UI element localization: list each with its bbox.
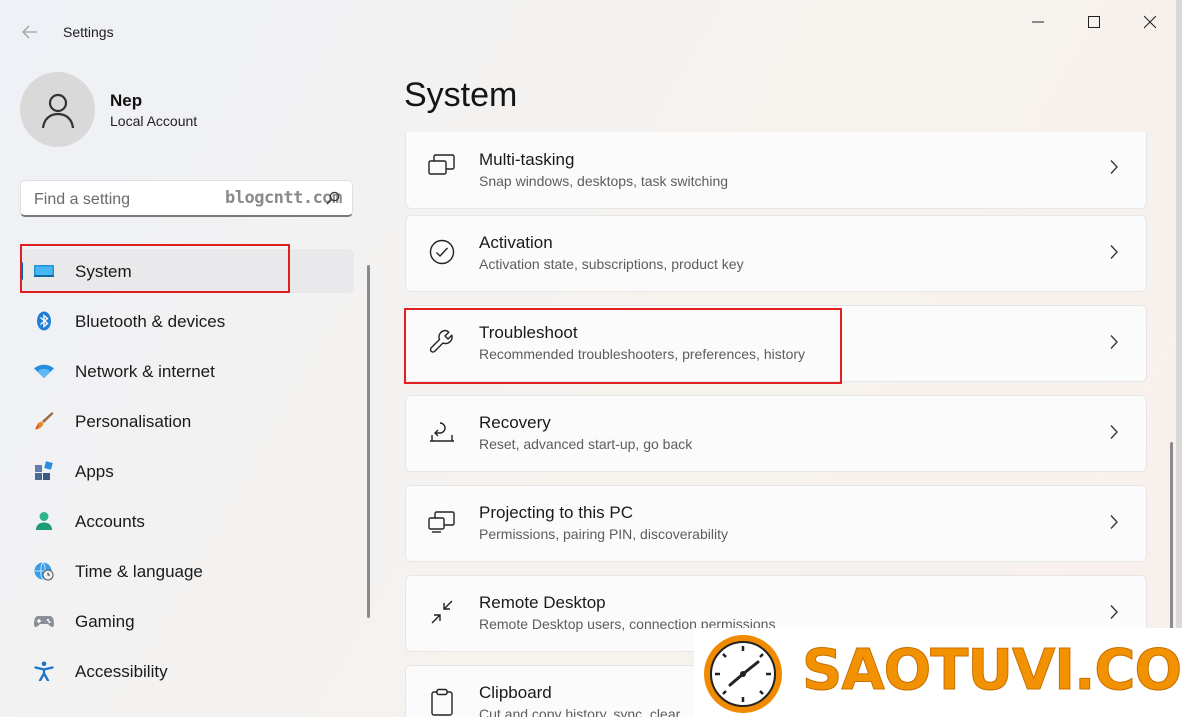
nav-item-accessibility[interactable]: Accessibility — [20, 649, 354, 693]
saotuvi-watermark: SAOTUVI.COM — [694, 628, 1182, 717]
maximize-button[interactable] — [1074, 10, 1114, 34]
avatar[interactable] — [20, 72, 95, 147]
card-recovery[interactable]: Recovery Reset, advanced start-up, go ba… — [405, 395, 1147, 472]
card-subtitle: Permissions, pairing PIN, discoverabilit… — [479, 526, 728, 542]
card-title: Remote Desktop — [479, 593, 606, 612]
page-title: System — [404, 76, 518, 114]
nav-item-accounts[interactable]: Accounts — [20, 499, 354, 543]
minimize-button[interactable] — [1018, 10, 1058, 34]
user-name: Nep — [110, 91, 143, 110]
nav-item-personalisation[interactable]: Personalisation — [20, 399, 354, 443]
search-box[interactable]: Find a setting blogcntt.com — [20, 180, 353, 217]
card-subtitle: Snap windows, desktops, task switching — [479, 173, 729, 189]
nav-item-time-language[interactable]: Time & language — [20, 549, 354, 593]
bluetooth-icon — [37, 311, 51, 331]
window-edge — [1176, 0, 1182, 717]
recovery-icon — [430, 422, 454, 442]
card-subtitle: Activation state, subscriptions, product… — [479, 256, 744, 272]
card-multitasking[interactable]: Multi-tasking Snap windows, desktops, ta… — [405, 132, 1147, 209]
account-type: Local Account — [110, 113, 198, 129]
nav-item-network[interactable]: Network & internet — [20, 349, 354, 393]
clipboard-icon — [431, 688, 453, 716]
nav-label-accessibility: Accessibility — [75, 662, 168, 681]
title-bar: Settings — [0, 0, 1182, 64]
globe-clock-icon — [34, 562, 54, 581]
nav-label-personalisation: Personalisation — [75, 412, 192, 431]
site-watermark: blogcntt.com — [225, 188, 342, 208]
back-arrow-icon — [22, 25, 37, 39]
apps-icon — [35, 461, 53, 480]
nav-label-bluetooth: Bluetooth & devices — [75, 312, 226, 331]
remote-desktop-icon — [431, 600, 453, 624]
projecting-icon — [428, 511, 455, 533]
nav-label-gaming: Gaming — [75, 612, 135, 631]
card-activation[interactable]: Activation Activation state, subscriptio… — [405, 215, 1147, 292]
card-title: Activation — [479, 233, 553, 252]
card-title: Multi-tasking — [479, 150, 575, 169]
card-title: Projecting to this PC — [479, 503, 634, 522]
settings-window: Settings Nep Local Account Find a settin… — [0, 0, 1182, 717]
chevron-right-icon — [1110, 335, 1118, 349]
watermark-text: SAOTUVI.COM — [802, 638, 1182, 704]
multitasking-icon — [428, 154, 455, 175]
troubleshoot-highlight-box — [404, 308, 842, 384]
brush-icon — [35, 412, 54, 430]
nav-item-apps[interactable]: Apps — [20, 449, 354, 493]
system-highlight-box — [20, 244, 290, 293]
nav-item-gaming[interactable]: Gaming — [20, 599, 354, 643]
minimize-icon — [1032, 21, 1044, 23]
checkmark-circle-icon — [429, 239, 455, 265]
close-icon — [1143, 15, 1157, 29]
search-icon[interactable] — [326, 191, 340, 205]
nav-scrollbar[interactable] — [367, 265, 370, 618]
card-projecting[interactable]: Projecting to this PC Permissions, pairi… — [405, 485, 1147, 562]
accessibility-icon — [34, 661, 54, 681]
nav-label-accounts: Accounts — [75, 512, 145, 531]
chevron-right-icon — [1110, 160, 1118, 174]
gamepad-icon — [34, 616, 54, 628]
accounts-icon — [36, 512, 52, 530]
nav-item-bluetooth[interactable]: Bluetooth & devices — [20, 299, 354, 343]
chevron-right-icon — [1110, 245, 1118, 259]
wifi-icon — [34, 364, 54, 378]
chevron-right-icon — [1110, 515, 1118, 529]
nav-label-apps: Apps — [75, 462, 114, 481]
card-title: Clipboard — [479, 683, 552, 702]
nav-label-time-language: Time & language — [75, 562, 203, 581]
back-button[interactable] — [16, 22, 44, 44]
nav-label-network: Network & internet — [75, 362, 215, 381]
clock-logo-icon — [704, 635, 782, 713]
close-button[interactable] — [1130, 10, 1170, 34]
maximize-icon — [1088, 16, 1100, 28]
card-subtitle: Cut and copy history, sync, clear — [479, 706, 681, 717]
card-subtitle: Reset, advanced start-up, go back — [479, 436, 693, 452]
card-title: Recovery — [479, 413, 551, 432]
app-title: Settings — [63, 24, 114, 40]
chevron-right-icon — [1110, 425, 1118, 439]
user-icon — [41, 93, 74, 128]
chevron-right-icon — [1110, 605, 1118, 619]
search-input[interactable]: Find a setting — [34, 191, 130, 209]
